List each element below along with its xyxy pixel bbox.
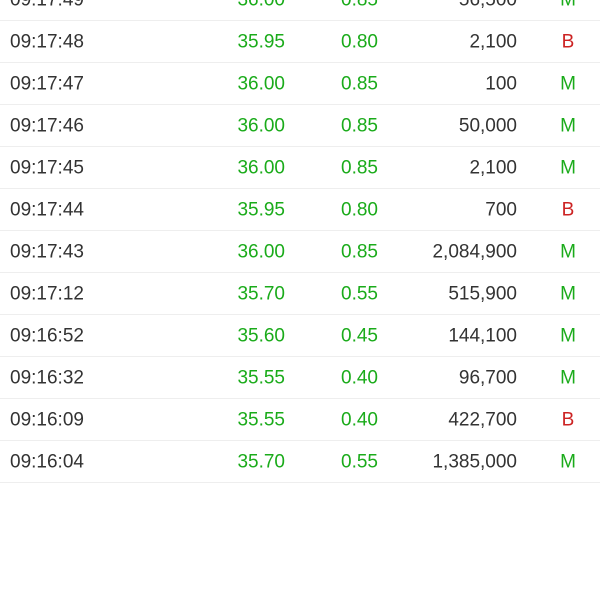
trade-time: 09:17:49 xyxy=(10,0,84,9)
trade-price: 35.95 xyxy=(237,199,285,220)
trade-side: M xyxy=(560,0,576,9)
trade-row[interactable]: 09:17:47 36.00 0.85 100 M xyxy=(0,63,600,105)
trade-change: 0.85 xyxy=(341,0,378,9)
trade-price: 35.55 xyxy=(237,367,285,388)
trade-row[interactable]: 09:16:52 35.60 0.45 144,100 M xyxy=(0,315,600,357)
trade-row[interactable]: 09:17:46 36.00 0.85 50,000 M xyxy=(0,105,600,147)
trade-side: B xyxy=(561,409,575,430)
trade-time: 09:17:45 xyxy=(10,157,84,178)
trade-side: M xyxy=(560,451,576,472)
trade-volume: 56,500 xyxy=(459,0,517,9)
trade-row[interactable]: 09:17:48 35.95 0.80 2,100 B xyxy=(0,21,600,63)
trade-time: 09:16:04 xyxy=(10,451,84,472)
trade-time: 09:16:09 xyxy=(10,409,84,430)
trade-price: 35.95 xyxy=(237,31,285,52)
trade-price: 36.00 xyxy=(237,115,285,136)
trade-price: 36.00 xyxy=(237,157,285,178)
trade-row[interactable]: 09:17:45 36.00 0.85 2,100 M xyxy=(0,147,600,189)
trade-row[interactable]: 09:16:09 35.55 0.40 422,700 B xyxy=(0,399,600,441)
trade-row[interactable]: 09:17:44 35.95 0.80 700 B xyxy=(0,189,600,231)
trade-volume: 100 xyxy=(485,73,517,94)
trade-change: 0.85 xyxy=(341,73,378,94)
trade-row[interactable]: 09:17:12 35.70 0.55 515,900 M xyxy=(0,273,600,315)
trade-change: 0.85 xyxy=(341,157,378,178)
trade-change: 0.80 xyxy=(341,199,378,220)
trade-side: M xyxy=(560,367,576,388)
trade-side: M xyxy=(560,157,576,178)
trade-change: 0.85 xyxy=(341,241,378,262)
trade-time: 09:16:32 xyxy=(10,367,84,388)
trade-row[interactable]: 09:17:49 36.00 0.85 56,500 M xyxy=(0,0,600,21)
trade-price: 35.55 xyxy=(237,409,285,430)
trade-time: 09:17:12 xyxy=(10,283,84,304)
trade-price: 35.70 xyxy=(237,451,285,472)
trade-row[interactable]: 09:17:43 36.00 0.85 2,084,900 M xyxy=(0,231,600,273)
trade-time: 09:17:46 xyxy=(10,115,84,136)
trade-change: 0.85 xyxy=(341,115,378,136)
trade-time: 09:17:43 xyxy=(10,241,84,262)
trade-side: M xyxy=(560,325,576,346)
trade-list: 09:17:49 36.00 0.85 56,500 M 09:17:48 35.95 0.8… xyxy=(0,0,600,483)
trade-volume: 515,900 xyxy=(448,283,517,304)
trade-price: 35.70 xyxy=(237,283,285,304)
trade-change: 0.40 xyxy=(341,409,378,430)
trade-volume: 1,385,000 xyxy=(432,451,517,472)
trade-price: 35.60 xyxy=(237,325,285,346)
trade-row[interactable]: 09:16:32 35.55 0.40 96,700 M xyxy=(0,357,600,399)
trade-time: 09:16:52 xyxy=(10,325,84,346)
trade-price: 36.00 xyxy=(237,73,285,94)
trade-volume: 144,100 xyxy=(448,325,517,346)
trade-volume: 96,700 xyxy=(458,367,517,388)
trade-change: 0.55 xyxy=(341,283,378,304)
trade-side: B xyxy=(561,31,575,52)
trade-volume: 700 xyxy=(485,199,517,220)
trade-volume: 2,100 xyxy=(469,31,517,52)
trade-price: 36.00 xyxy=(237,241,285,262)
trade-change: 0.80 xyxy=(341,31,378,52)
trade-volume: 2,084,900 xyxy=(432,241,517,262)
trade-time: 09:17:44 xyxy=(10,199,84,220)
trade-side: B xyxy=(561,199,575,220)
trade-side: M xyxy=(560,283,576,304)
trade-side: M xyxy=(560,115,576,136)
trade-volume: 50,000 xyxy=(458,115,517,136)
trade-volume: 2,100 xyxy=(469,157,517,178)
trade-time: 09:17:47 xyxy=(10,73,84,94)
trade-volume: 422,700 xyxy=(448,409,517,430)
trade-change: 0.45 xyxy=(341,325,378,346)
trade-side: M xyxy=(560,241,576,262)
trade-side: M xyxy=(560,73,576,94)
trade-change: 0.55 xyxy=(341,451,378,472)
trade-row[interactable]: 09:16:04 35.70 0.55 1,385,000 M xyxy=(0,441,600,483)
trade-time: 09:17:48 xyxy=(10,31,84,52)
trade-price: 36.00 xyxy=(237,0,285,9)
trade-change: 0.40 xyxy=(341,367,378,388)
